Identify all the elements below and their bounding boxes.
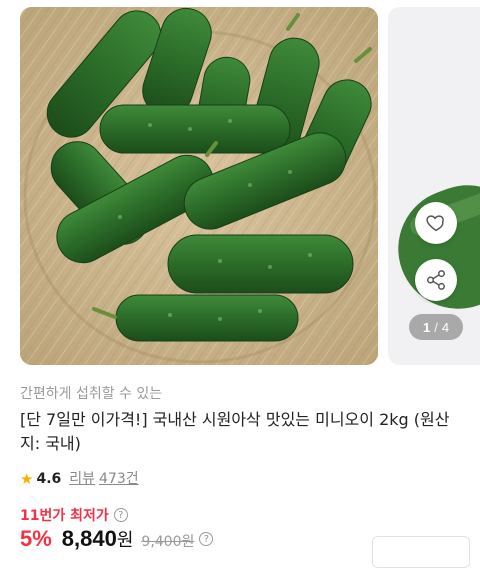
product-subtitle: 간편하게 섭취할 수 있는 (20, 386, 163, 402)
star-icon: ★ (20, 470, 34, 488)
share-icon (427, 270, 445, 290)
rating-value: 4.6 (36, 471, 62, 487)
product-info: 간편하게 섭취할 수 있는 [단 7일만 이가격!] 국내산 시원아삭 맛있는 … (20, 384, 470, 489)
lowest-price-label: 11번가 최저가 (20, 508, 109, 524)
like-button[interactable] (415, 202, 457, 244)
image-pager: 1 / 4 (409, 314, 463, 340)
review-label: 리뷰 (69, 471, 96, 487)
lowest-price-row: 11번가 최저가 ? (20, 505, 128, 525)
review-count: 473건 (99, 471, 139, 487)
discount-rate: 5% (20, 526, 52, 551)
share-button[interactable] (415, 259, 457, 301)
rating-row: ★ 4.6 리뷰 473건 (20, 469, 470, 489)
product-image[interactable] (20, 7, 378, 365)
price-help-icon[interactable]: ? (199, 532, 214, 546)
original-price: 9,400원 (141, 534, 195, 550)
pager-current: 1 (422, 319, 431, 335)
next-image-preview (388, 7, 480, 365)
heart-icon (426, 215, 444, 232)
price-row: 5% 8,840 원 9,400원 ? (20, 526, 214, 552)
sale-price: 8,840 (61, 526, 117, 551)
image-carousel[interactable]: 1 / 4 (0, 0, 480, 372)
review-link[interactable]: 리뷰 473건 (69, 469, 142, 489)
help-icon[interactable]: ? (113, 508, 128, 522)
cucumber-photo (20, 7, 378, 365)
pager-separator: / (434, 319, 438, 335)
next-product-image[interactable] (388, 7, 480, 365)
pager-total: 4 (441, 319, 450, 335)
coupon-button[interactable] (372, 536, 470, 568)
currency-unit: 원 (116, 530, 134, 551)
product-title: [단 7일만 이가격!] 국내산 시원아삭 맛있는 미니오이 2kg (원산지:… (20, 410, 450, 453)
